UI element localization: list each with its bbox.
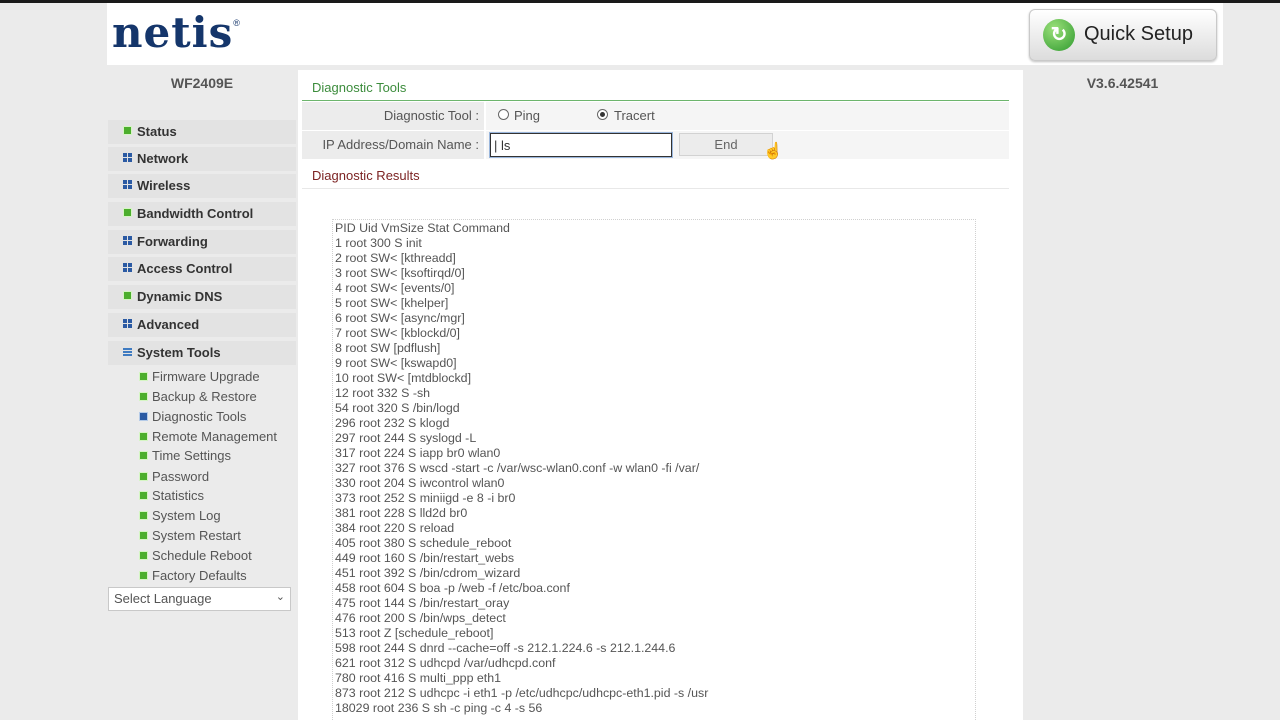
- green-square-icon: [139, 472, 148, 481]
- green-square-icon: [139, 551, 148, 560]
- result-line: 8 root SW [pdflush]: [335, 341, 441, 355]
- green-square-icon: [123, 291, 132, 300]
- lines-icon: [123, 347, 132, 356]
- firmware-version: V3.6.42541: [1086, 75, 1159, 91]
- refresh-arrow-icon: ↻: [1043, 19, 1075, 51]
- result-line: 4 root SW< [events/0]: [335, 281, 455, 295]
- main-panel: Diagnostic Tools Diagnostic Tool : Ping …: [298, 70, 1023, 720]
- diagnostic-tool-label: Diagnostic Tool :: [302, 102, 484, 130]
- green-square-icon: [139, 372, 148, 381]
- result-line: 1 root 300 S init: [335, 236, 422, 250]
- result-line: 373 root 252 S miniigd -e 8 -i br0: [335, 491, 516, 505]
- result-line: 384 root 220 S reload: [335, 521, 455, 535]
- ping-label[interactable]: Ping: [514, 108, 540, 123]
- title-divider: [302, 100, 1009, 101]
- result-line: PID Uid VmSize Stat Command: [335, 221, 510, 235]
- result-line: 7 root SW< [kblockd/0]: [335, 326, 460, 340]
- green-square-icon: [123, 208, 132, 217]
- sidebar: WF2409E Status Network Wireless Bandwidt…: [107, 70, 297, 720]
- nav-item-system-tools[interactable]: System Tools: [108, 341, 296, 365]
- result-line: 873 root 212 S udhcpc -i eth1 -p /etc/ud…: [335, 686, 709, 700]
- nav-item-forwarding[interactable]: Forwarding: [108, 230, 296, 254]
- result-line: 451 root 392 S /bin/cdrom_wizard: [335, 566, 521, 580]
- result-line: 317 root 224 S iapp br0 wlan0: [335, 446, 501, 460]
- quick-setup-label: Quick Setup: [1084, 23, 1193, 45]
- grid-icon: [123, 263, 132, 272]
- diagnostic-results-output[interactable]: PID Uid VmSize Stat Command 1 root 300 S …: [332, 219, 976, 720]
- result-line: 327 root 376 S wscd -start -c /var/wsc-w…: [335, 461, 700, 475]
- ip-address-label: IP Address/Domain Name :: [302, 131, 484, 159]
- chevron-down-icon: ⌄: [275, 591, 285, 603]
- result-line: 12 root 332 S -sh: [335, 386, 431, 400]
- grid-icon: [123, 319, 132, 328]
- diagnostic-tool-options: Ping Tracert: [486, 102, 1009, 130]
- green-square-icon: [139, 392, 148, 401]
- hand-cursor-icon: ☝: [763, 143, 783, 160]
- end-button[interactable]: End: [679, 133, 773, 156]
- nav-item-access-control[interactable]: Access Control: [108, 257, 296, 281]
- result-line: 18029 root 236 S sh -c ping -c 4 -s 56: [335, 701, 543, 715]
- result-line: 3 root SW< [ksoftirqd/0]: [335, 266, 465, 280]
- result-line: 621 root 312 S udhcpd /var/udhcpd.conf: [335, 656, 556, 670]
- green-square-icon: [139, 491, 148, 500]
- nav-item-advanced[interactable]: Advanced: [108, 313, 296, 337]
- result-line: 9 root SW< [kswapd0]: [335, 356, 457, 370]
- tracert-label[interactable]: Tracert: [614, 108, 655, 123]
- result-line: 54 root 320 S /bin/logd: [335, 401, 460, 415]
- result-line: 5 root SW< [khelper]: [335, 296, 449, 310]
- nav-item-dynamic-dns[interactable]: Dynamic DNS: [108, 285, 296, 309]
- green-square-icon: [139, 531, 148, 540]
- active-square-icon: [139, 412, 148, 421]
- model-name: WF2409E: [170, 75, 234, 91]
- header: netis® ↻ Quick Setup: [107, 3, 1223, 65]
- result-line: 2 root SW< [kthreadd]: [335, 251, 456, 265]
- diagnostic-results-title: Diagnostic Results: [312, 168, 420, 183]
- green-square-icon: [139, 511, 148, 520]
- result-line: 513 root Z [schedule_reboot]: [335, 626, 494, 640]
- page-title: Diagnostic Tools: [312, 80, 407, 95]
- result-line: 780 root 416 S multi_ppp eth1: [335, 671, 502, 685]
- result-line: 10 root SW< [mtdblockd]: [335, 371, 472, 385]
- nav-item-wireless[interactable]: Wireless: [108, 174, 296, 198]
- grid-icon: [123, 153, 132, 162]
- green-square-icon: [139, 451, 148, 460]
- ip-address-row: IP Address/Domain Name : End: [302, 131, 1009, 159]
- green-square-icon: [123, 126, 132, 135]
- result-line: 6 root SW< [async/mgr]: [335, 311, 465, 325]
- nav-item-network[interactable]: Network: [108, 147, 296, 171]
- diagnostic-tool-row: Diagnostic Tool : Ping Tracert: [302, 102, 1009, 130]
- result-line: 405 root 380 S schedule_reboot: [335, 536, 512, 550]
- nav-item-status[interactable]: Status: [108, 120, 296, 144]
- version-panel: V3.6.42541: [1024, 70, 1223, 720]
- result-line: 458 root 604 S boa -p /web -f /etc/boa.c…: [335, 581, 570, 595]
- netis-logo: netis®: [112, 8, 241, 57]
- result-line: 475 root 144 S /bin/restart_oray: [335, 596, 510, 610]
- tracert-radio[interactable]: [597, 109, 608, 120]
- grid-icon: [123, 236, 132, 245]
- results-divider: [302, 188, 1009, 189]
- ping-radio[interactable]: [498, 109, 509, 120]
- grid-icon: [123, 180, 132, 189]
- quick-setup-button[interactable]: ↻ Quick Setup: [1029, 9, 1217, 61]
- result-line: 296 root 232 S klogd: [335, 416, 450, 430]
- green-square-icon: [139, 571, 148, 580]
- ip-address-controls: End: [486, 131, 1009, 159]
- result-line: 449 root 160 S /bin/restart_webs: [335, 551, 515, 565]
- ip-address-input[interactable]: [489, 132, 673, 158]
- language-select[interactable]: Select Language ⌄: [108, 587, 291, 611]
- result-line: 297 root 244 S syslogd -L: [335, 431, 477, 445]
- green-square-icon: [139, 432, 148, 441]
- result-line: 330 root 204 S iwcontrol wlan0: [335, 476, 505, 490]
- result-line: 381 root 228 S lld2d br0: [335, 506, 468, 520]
- result-line: 598 root 244 S dnrd --cache=off -s 212.1…: [335, 641, 676, 655]
- result-line: 476 root 200 S /bin/wps_detect: [335, 611, 506, 625]
- nav-item-bandwidth-control[interactable]: Bandwidth Control: [108, 202, 296, 226]
